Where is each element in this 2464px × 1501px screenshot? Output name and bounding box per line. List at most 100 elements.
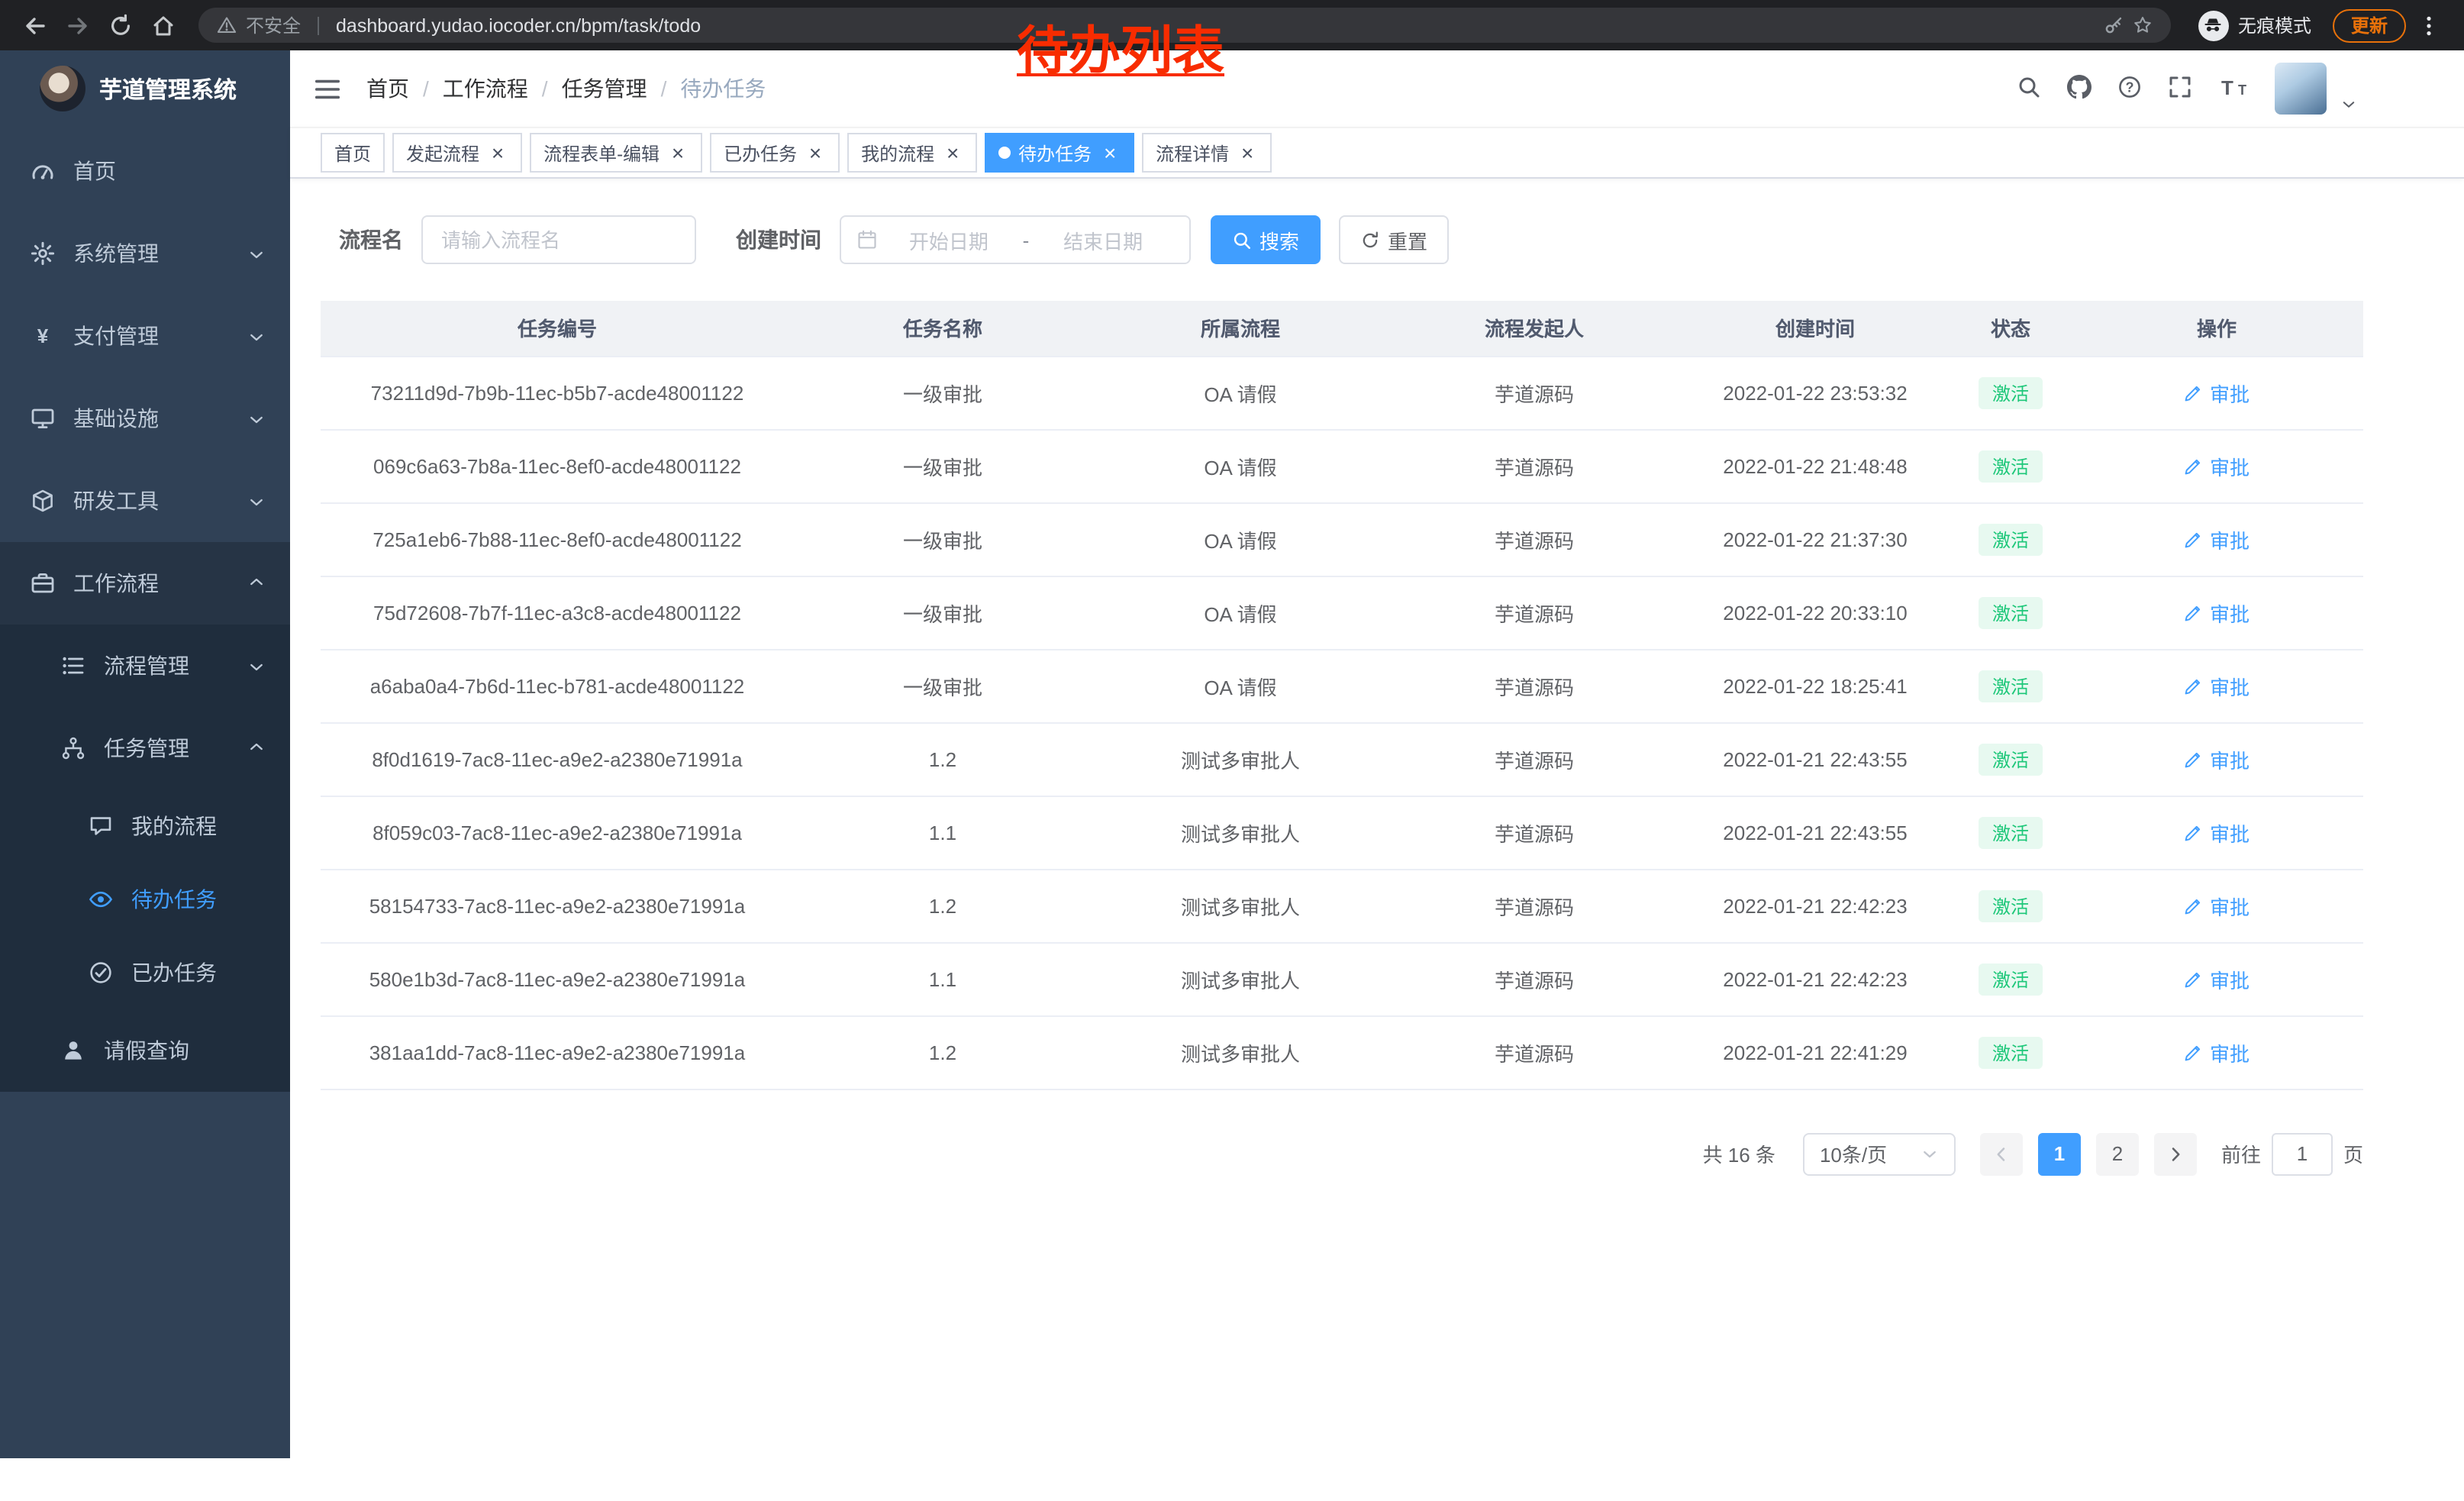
logo[interactable]: 芋道管理系统 <box>0 50 290 127</box>
approve-button[interactable]: 审批 <box>2184 671 2250 700</box>
approve-button[interactable]: 审批 <box>2184 818 2250 847</box>
search-button[interactable] <box>2017 75 2044 102</box>
sidebar-item-todo-tasks[interactable]: 待办任务 <box>0 863 290 936</box>
total-count: 共 16 条 <box>1703 1139 1775 1168</box>
breadcrumb-item[interactable]: 首页 <box>366 73 409 104</box>
sidebar-item-leave-query[interactable]: 请假查询 <box>0 1009 290 1092</box>
search-icon <box>2017 75 2041 99</box>
tab-label: 流程详情 <box>1156 140 1229 166</box>
close-icon[interactable]: × <box>667 142 689 163</box>
browser-chrome: 不安全 dashboard.yudao.iocoder.cn/bpm/task/… <box>0 0 2464 50</box>
breadcrumb-item[interactable]: 工作流程 <box>443 73 528 104</box>
approve-label: 审批 <box>2210 525 2250 554</box>
sidebar-item-task-mgmt[interactable]: 任务管理 <box>0 707 290 789</box>
search-submit-button[interactable]: 搜索 <box>1211 215 1321 264</box>
page-button-2[interactable]: 2 <box>2096 1132 2139 1175</box>
sidebar-item-dev-tools[interactable]: 研发工具 <box>0 460 290 542</box>
forward-button[interactable] <box>58 5 98 45</box>
approve-button[interactable]: 审批 <box>2184 378 2250 407</box>
approve-button[interactable]: 审批 <box>2184 525 2250 554</box>
update-button[interactable]: 更新 <box>2333 8 2406 42</box>
cube-icon <box>31 489 55 513</box>
back-button[interactable] <box>15 5 55 45</box>
approve-label: 审批 <box>2210 598 2250 627</box>
yen-icon: ¥ <box>31 324 55 348</box>
caret-down-icon[interactable] <box>2340 92 2357 109</box>
approve-label: 审批 <box>2210 891 2250 920</box>
page-size-select[interactable]: 10条/页 <box>1803 1132 1956 1175</box>
breadcrumb-item[interactable]: 任务管理 <box>562 73 647 104</box>
chevron-down-icon <box>247 244 266 263</box>
chevron-up-icon <box>247 574 266 592</box>
approve-button[interactable]: 审批 <box>2184 891 2250 920</box>
github-link[interactable] <box>2067 75 2095 102</box>
sidebar-item-workflow[interactable]: 工作流程 <box>0 542 290 625</box>
next-page-button[interactable] <box>2154 1132 2197 1175</box>
table-row: 725a1eb6-7b88-11ec-8ef0-acde48001122一级审批… <box>321 502 2363 576</box>
tab-process-form-edit[interactable]: 流程表单-编辑× <box>530 133 702 173</box>
close-icon[interactable]: × <box>942 142 963 163</box>
approve-button[interactable]: 审批 <box>2184 744 2250 773</box>
tab-launch-process[interactable]: 发起流程× <box>392 133 522 173</box>
svg-text:¥: ¥ <box>37 324 49 347</box>
chevron-up-icon <box>247 739 266 757</box>
page-button-1[interactable]: 1 <box>2038 1132 2081 1175</box>
cell-process: 测试多审批人 <box>1092 942 1389 1015</box>
tab-process-detail[interactable]: 流程详情 × <box>1142 133 1272 173</box>
date-range-input[interactable]: 开始日期 - 结束日期 <box>840 215 1191 264</box>
prev-page-button[interactable] <box>1980 1132 2023 1175</box>
avatar[interactable] <box>2275 63 2327 115</box>
cell-status: 激活 <box>1951 942 2070 1015</box>
sidebar-item-done-tasks[interactable]: 已办任务 <box>0 936 290 1009</box>
reload-button[interactable] <box>101 5 140 45</box>
font-size-button[interactable]: TT <box>2218 75 2252 102</box>
reset-button[interactable]: 重置 <box>1339 215 1449 264</box>
close-icon[interactable]: × <box>805 142 826 163</box>
goto-page-input[interactable] <box>2272 1132 2333 1175</box>
approve-button[interactable]: 审批 <box>2184 1038 2250 1067</box>
briefcase-icon <box>31 571 55 596</box>
help-button[interactable]: ? <box>2117 75 2145 102</box>
security-label: 不安全 <box>246 12 301 38</box>
sidebar-item-system-mgmt[interactable]: 系统管理 <box>0 212 290 295</box>
table-row: 75d72608-7b7f-11ec-a3c8-acde48001122一级审批… <box>321 576 2363 649</box>
home-button[interactable] <box>144 5 183 45</box>
close-icon[interactable]: × <box>1237 142 1258 163</box>
approve-button[interactable]: 审批 <box>2184 964 2250 993</box>
approve-button[interactable]: 审批 <box>2184 451 2250 480</box>
cell-process: 测试多审批人 <box>1092 1015 1389 1089</box>
breadcrumb-item: 待办任务 <box>680 73 766 104</box>
sidebar-item-process-mgmt[interactable]: 流程管理 <box>0 625 290 707</box>
sidebar-item-payment-mgmt[interactable]: ¥支付管理 <box>0 295 290 377</box>
menu-item-label: 流程管理 <box>104 650 189 681</box>
sidebar-item-infrastructure[interactable]: 基础设施 <box>0 377 290 460</box>
cell-process: OA 请假 <box>1092 649 1389 722</box>
tab-done-tasks[interactable]: 已办任务× <box>710 133 840 173</box>
menu-item-label: 待办任务 <box>131 884 217 915</box>
cell-action: 审批 <box>2070 722 2363 796</box>
process-name-input[interactable] <box>421 215 696 264</box>
fullscreen-button[interactable] <box>2168 75 2195 102</box>
menu-item-label: 系统管理 <box>73 238 159 269</box>
table-row: 58154733-7ac8-11ec-a9e2-a2380e71991a1.2测… <box>321 869 2363 942</box>
browser-menu-button[interactable] <box>2409 5 2449 45</box>
sidebar-item-my-process[interactable]: 我的流程 <box>0 789 290 863</box>
incognito-badge[interactable]: 无痕模式 <box>2186 10 2324 40</box>
approve-button[interactable]: 审批 <box>2184 598 2250 627</box>
status-badge: 激活 <box>1979 523 2043 555</box>
tab-my-process[interactable]: 我的流程× <box>847 133 977 173</box>
menu-item-label: 我的流程 <box>131 811 217 841</box>
close-icon[interactable]: × <box>1099 142 1121 163</box>
menu-item-label: 任务管理 <box>104 733 189 763</box>
chevron-down-icon <box>247 657 266 675</box>
star-icon[interactable] <box>2133 15 2153 35</box>
sidebar-item-home[interactable]: 首页 <box>0 130 290 212</box>
sidebar-toggle-button[interactable] <box>290 50 365 127</box>
key-icon[interactable] <box>2104 15 2124 35</box>
tab-home[interactable]: 首页 <box>321 133 385 173</box>
tab-todo-tasks[interactable]: 待办任务× <box>985 133 1134 173</box>
menu-item-label: 工作流程 <box>73 568 159 599</box>
close-icon[interactable]: × <box>487 142 508 163</box>
cell-action: 审批 <box>2070 869 2363 942</box>
column-header: 创建时间 <box>1679 301 1951 356</box>
